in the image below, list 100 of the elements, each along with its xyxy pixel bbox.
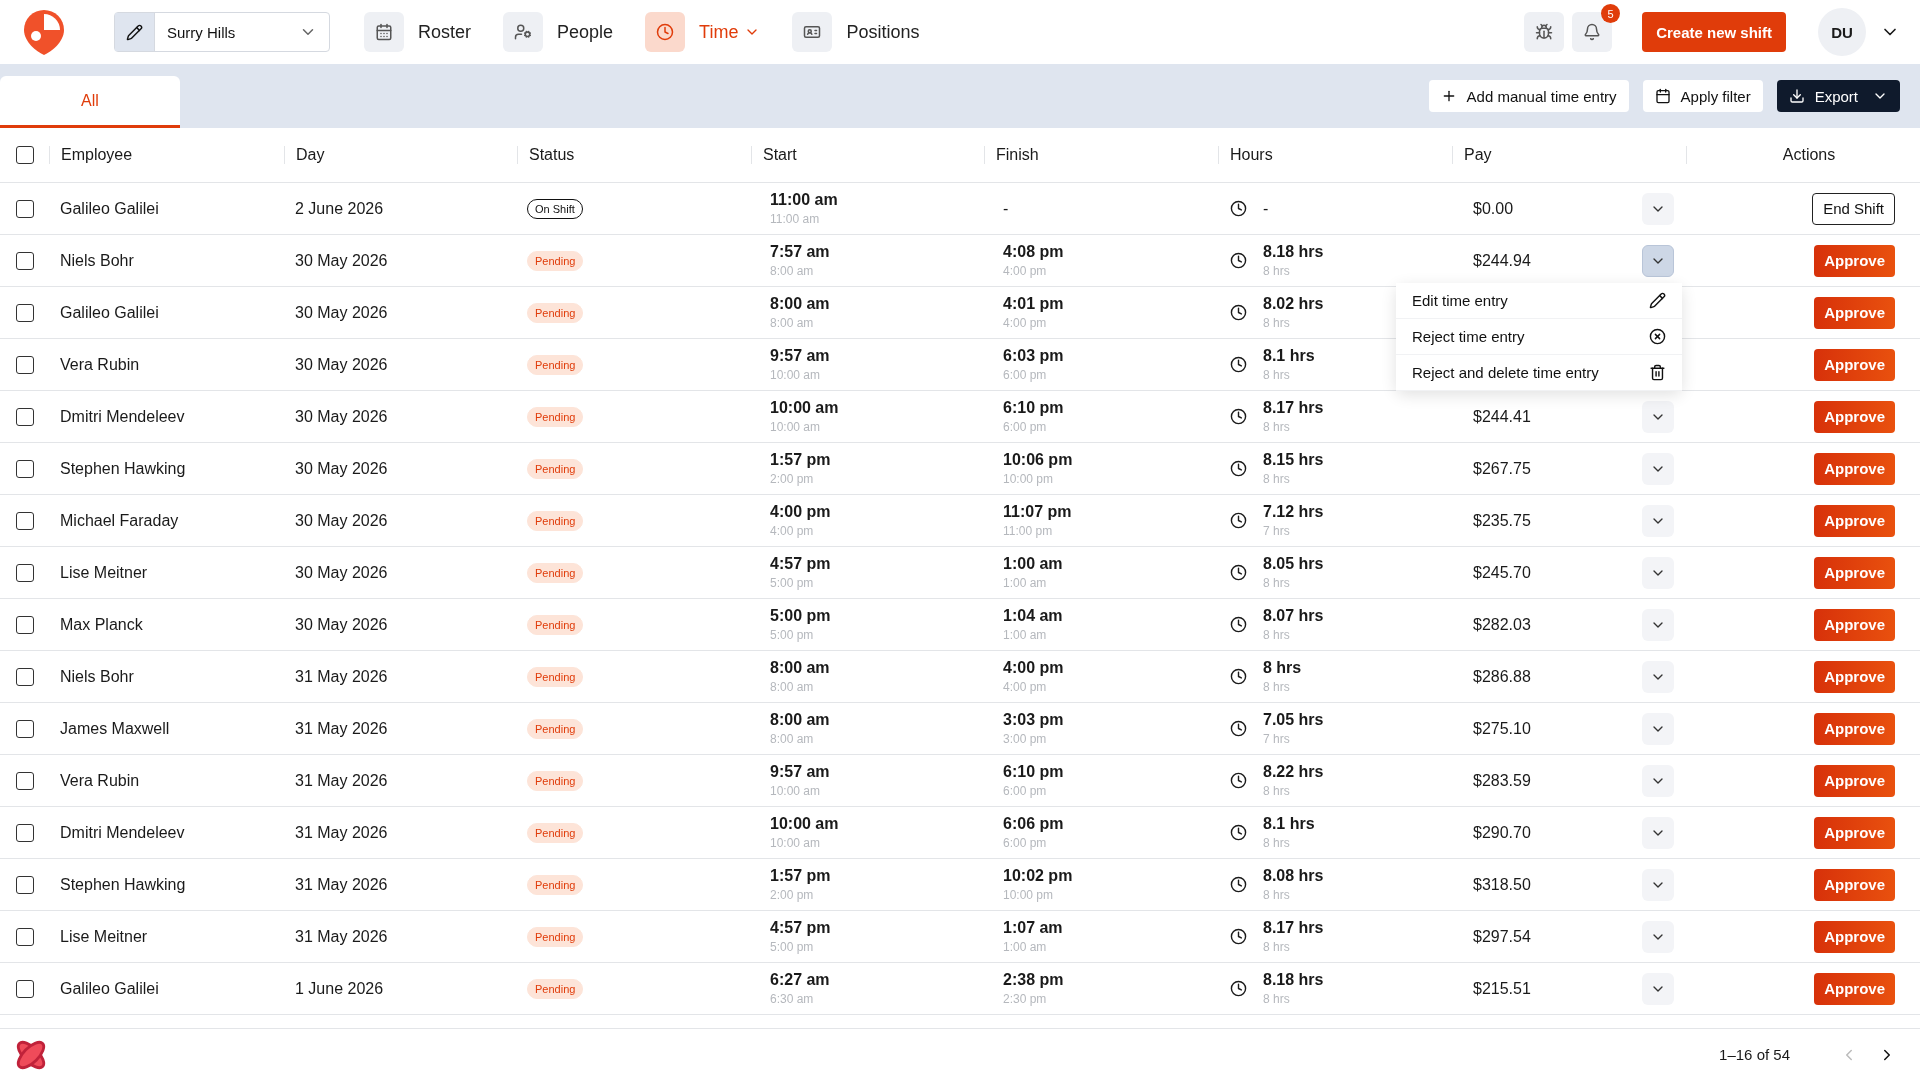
row-menu-button[interactable] [1642,608,1674,641]
menu-item[interactable]: Reject time entry [1396,318,1682,355]
checkbox[interactable] [16,615,34,634]
approve-button[interactable]: Approve [1814,452,1895,485]
nav-tab[interactable]: Time [645,12,761,52]
end-shift-button[interactable]: End Shift [1812,192,1895,225]
checkbox[interactable] [16,927,34,946]
checkbox[interactable] [16,875,34,894]
row-menu-button[interactable] [1642,452,1674,485]
approve-button[interactable]: Approve [1814,504,1895,537]
start-time: 8:00 am [770,711,831,729]
clock-icon [1230,720,1247,737]
row-menu-button[interactable] [1642,244,1674,277]
nav-tab[interactable]: People [503,12,614,52]
approve-button[interactable]: Approve [1814,868,1895,901]
hours-worked: 8.02 hrs [1263,295,1324,313]
approve-button[interactable]: Approve [1814,972,1895,1005]
pay-amount: $275.10 [1472,719,1531,738]
row-menu-button[interactable] [1642,764,1674,797]
status-badge: Pending [527,718,584,739]
checkbox[interactable] [16,563,34,582]
planned-start: 5:00 pm [770,940,815,954]
row-menu-button[interactable] [1642,920,1674,953]
location-select[interactable]: Surry Hills [114,12,330,52]
start-time: 10:00 am [770,815,840,833]
row-menu-button[interactable] [1642,556,1674,589]
planned-finish: 4:00 pm [1003,316,1048,330]
finish-time: - [1003,199,1010,218]
start-time: 8:00 am [770,295,831,313]
tab[interactable]: All [0,76,180,128]
create-shift-button[interactable]: Create new shift [1642,12,1786,52]
approve-button[interactable]: Approve [1814,816,1895,849]
toolbar-button[interactable]: Export [1776,80,1900,112]
toolbar-button[interactable]: Apply filter [1642,80,1763,112]
bug-button[interactable] [1524,12,1565,52]
checkbox[interactable] [16,823,34,842]
row-menu-button[interactable] [1642,816,1674,849]
hours-worked: 8.1 hrs [1263,347,1315,365]
planned-hours: 8 hrs [1263,420,1291,434]
checkbox[interactable] [16,355,34,374]
notifications-button[interactable] [1572,12,1613,52]
hours-worked: 8.05 hrs [1263,555,1324,573]
approve-button[interactable]: Approve [1814,764,1895,797]
finish-time: 10:06 pm [1003,451,1074,469]
approve-button[interactable]: Approve [1814,400,1895,433]
row-menu-button[interactable] [1642,192,1674,225]
checkbox[interactable] [16,667,34,686]
row-menu-button[interactable] [1642,400,1674,433]
checkbox[interactable] [16,146,34,164]
column-header: Start [751,146,984,164]
checkbox[interactable] [16,719,34,738]
row-menu-button[interactable] [1642,972,1674,1005]
planned-hours: 7 hrs [1263,524,1291,538]
approve-button[interactable]: Approve [1814,244,1895,277]
row-menu-button[interactable] [1642,504,1674,537]
pay-amount: $283.59 [1472,771,1531,790]
checkbox[interactable] [16,199,34,218]
status-badge: Pending [527,250,584,271]
checkbox[interactable] [16,979,34,998]
approve-button[interactable]: Approve [1814,660,1895,693]
approve-button[interactable]: Approve [1814,296,1895,329]
nav-tab[interactable]: Positions [792,12,920,52]
menu-item[interactable]: Reject and delete time entry [1396,354,1682,391]
checkbox[interactable] [16,511,34,530]
menu-item[interactable]: Edit time entry [1396,282,1682,319]
row-menu-button[interactable] [1642,868,1674,901]
checkbox[interactable] [16,771,34,790]
planned-finish: 4:00 pm [1003,680,1048,694]
finish-time: 11:07 pm [1003,503,1073,521]
user-avatar[interactable]: DU [1818,8,1866,56]
approve-button[interactable]: Approve [1814,712,1895,745]
day-cell-text: 30 May 2026 [294,511,389,530]
clock-icon [1230,200,1247,217]
planned-hours: 8 hrs [1263,628,1291,642]
employee-name: Vera Rubin [59,355,141,374]
hours-worked: - [1263,199,1269,218]
approve-button[interactable]: Approve [1814,920,1895,953]
status-badge: On Shift [527,198,583,219]
checkbox[interactable] [16,251,34,270]
pay-amount: $290.70 [1472,823,1531,842]
approve-button[interactable]: Approve [1814,608,1895,641]
nav-tab[interactable]: Roster [364,12,471,52]
planned-start: 10:00 am [770,784,822,798]
day-cell-text: 31 May 2026 [294,823,389,842]
planned-start: 5:00 pm [770,576,815,590]
start-time: 4:57 pm [770,919,832,937]
approve-button[interactable]: Approve [1814,348,1895,381]
employee-name: Galileo Galilei [59,979,160,998]
row-menu-button[interactable] [1642,712,1674,745]
row-menu-button[interactable] [1642,660,1674,693]
planned-hours: 8 hrs [1263,992,1291,1006]
checkbox[interactable] [16,303,34,322]
toolbar-button[interactable]: Add manual time entry [1428,80,1629,112]
calendar-icon [1654,88,1671,104]
start-time: 7:57 am [770,243,831,261]
checkbox[interactable] [16,459,34,478]
approve-button[interactable]: Approve [1814,556,1895,589]
finish-time: 6:06 pm [1003,815,1065,833]
checkbox[interactable] [16,407,34,426]
id-card-icon [803,23,822,41]
